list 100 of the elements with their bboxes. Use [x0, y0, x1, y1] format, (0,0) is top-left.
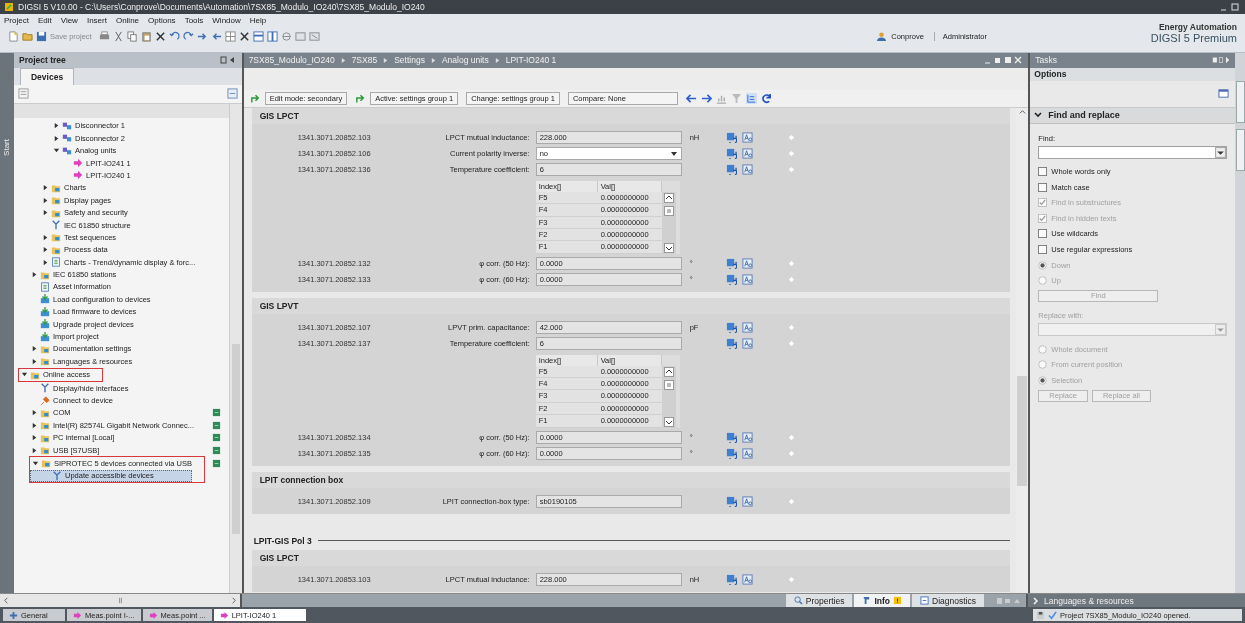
checkbox-icon[interactable]: [1038, 167, 1048, 176]
parameter-info-icon[interactable]: [741, 274, 753, 286]
scroll-thumb[interactable]: [1017, 375, 1028, 486]
parameter-info-icon[interactable]: [741, 258, 753, 270]
expand-arrow-icon[interactable]: [31, 409, 38, 417]
expand-arrow-icon[interactable]: [31, 271, 38, 279]
transfer-icon[interactable]: [725, 274, 737, 286]
menu-item[interactable]: Help: [249, 16, 267, 26]
replace-field[interactable]: [1038, 323, 1228, 337]
menu-item[interactable]: View: [60, 16, 78, 26]
expand-arrow-icon[interactable]: [53, 122, 60, 130]
overview-icon[interactable]: [226, 88, 238, 100]
breadcrumb-item[interactable]: 7SX85_Modulo_IO240: [248, 55, 335, 66]
menu-item[interactable]: Edit: [37, 16, 52, 26]
expand-arrow-icon[interactable]: [42, 196, 49, 204]
expand-arrow-icon[interactable]: [42, 246, 49, 254]
parameter-info-icon[interactable]: [741, 322, 753, 334]
arrow-right-icon[interactable]: [700, 92, 712, 104]
parameter-info-icon[interactable]: [741, 448, 753, 460]
parameter-info-icon[interactable]: [741, 574, 753, 586]
breadcrumb-item[interactable]: 7SX85: [351, 55, 378, 66]
scroll-right-icon[interactable]: [229, 596, 238, 606]
transfer-icon[interactable]: [725, 496, 737, 508]
menu-item[interactable]: Insert: [86, 16, 107, 26]
start-tab[interactable]: Start: [2, 132, 12, 162]
parameter-info-icon[interactable]: [741, 496, 753, 508]
folder-icon[interactable]: [22, 31, 33, 43]
save-icon[interactable]: [1036, 610, 1045, 620]
bent-arrow-icon[interactable]: [355, 93, 367, 104]
transfer-icon[interactable]: [725, 132, 737, 144]
transfer-icon[interactable]: [725, 432, 737, 444]
breadcrumb-item[interactable]: Settings: [394, 55, 425, 66]
expand-arrow-icon[interactable]: [31, 434, 38, 442]
parameter-info-icon[interactable]: [741, 164, 753, 176]
expand-arrow-icon[interactable]: [31, 421, 38, 429]
redo-icon[interactable]: [182, 31, 194, 43]
languages-panel-header[interactable]: Languages & resources: [1028, 593, 1245, 608]
parameter-info-icon[interactable]: [741, 148, 753, 160]
breadcrumb-item[interactable]: LPIT-IO240 1: [505, 55, 557, 66]
breadcrumb-item[interactable]: Analog units: [441, 55, 489, 66]
find-field[interactable]: [1038, 145, 1228, 159]
parameter-info-icon[interactable]: [741, 432, 753, 444]
expand-arrow-icon[interactable]: [31, 357, 38, 365]
refresh-icon[interactable]: [760, 92, 772, 104]
panel-controls-icon[interactable]: [1212, 56, 1231, 65]
expand-arrow-icon[interactable]: [32, 459, 39, 467]
bent-arrow-icon[interactable]: [249, 93, 261, 104]
vertical-tab[interactable]: [1235, 128, 1245, 171]
expand-arrow-icon[interactable]: [31, 345, 38, 353]
menu-item[interactable]: Online: [115, 16, 140, 26]
scroll-down-icon[interactable]: [663, 242, 674, 253]
parameter-info-icon[interactable]: [741, 338, 753, 350]
window-icon[interactable]: [1218, 88, 1230, 100]
scroll-left-icon[interactable]: [2, 596, 11, 606]
parameter-info-icon[interactable]: [741, 132, 753, 144]
undo-icon[interactable]: [168, 31, 180, 43]
vertical-tab[interactable]: [1235, 80, 1245, 123]
dropdown-arrow-icon[interactable]: [669, 149, 678, 158]
menu-item[interactable]: Tools: [184, 16, 204, 26]
list-view-icon[interactable]: [745, 92, 757, 104]
scroll-thumb-icon[interactable]: [663, 205, 674, 216]
cross-icon[interactable]: [238, 31, 250, 43]
inspector-tab[interactable]: Properties: [785, 593, 853, 608]
transfer-icon[interactable]: [725, 338, 737, 350]
window-controls-icon[interactable]: [1219, 1, 1241, 12]
scroll-thumb-icon[interactable]: [663, 379, 674, 390]
new-document-icon[interactable]: [8, 31, 19, 43]
checkbox-icon[interactable]: [1038, 182, 1048, 192]
menu-item[interactable]: Window: [212, 16, 241, 26]
inspector-tab[interactable]: Info: [854, 593, 911, 608]
expand-arrow-icon[interactable]: [42, 209, 49, 217]
transfer-icon[interactable]: [725, 164, 737, 176]
transfer-icon[interactable]: [725, 148, 737, 160]
delete-icon[interactable]: [154, 31, 166, 43]
collapse-panel-icon[interactable]: [218, 56, 237, 65]
menu-item[interactable]: Options: [148, 16, 176, 26]
scroll-up-icon[interactable]: [663, 366, 674, 377]
transfer-icon[interactable]: [725, 322, 737, 334]
expand-arrow-icon[interactable]: [53, 134, 60, 142]
transfer-icon[interactable]: [725, 258, 737, 270]
expand-arrow-icon[interactable]: [42, 258, 49, 266]
copy-icon[interactable]: [126, 31, 138, 43]
scrollbar[interactable]: [0, 593, 242, 608]
expand-arrow-icon[interactable]: [53, 147, 60, 155]
transfer-icon[interactable]: [725, 574, 737, 586]
expand-arrow-icon[interactable]: [31, 446, 38, 454]
expand-arrow-icon[interactable]: [21, 371, 28, 379]
scroll-up-icon[interactable]: [663, 192, 674, 203]
window-controls-icon[interactable]: [983, 55, 1024, 66]
network-icon[interactable]: [280, 31, 292, 43]
expand-arrow-icon[interactable]: [42, 184, 49, 192]
inspector-tab[interactable]: Diagnostics: [912, 593, 984, 608]
split-window-icon[interactable]: [252, 31, 264, 43]
scroll-thumb[interactable]: [231, 343, 240, 534]
scroll-down-icon[interactable]: [663, 416, 674, 427]
scissors-icon[interactable]: [112, 31, 124, 43]
columns-icon[interactable]: [266, 31, 278, 43]
transfer-icon[interactable]: [725, 448, 737, 460]
expand-arrow-icon[interactable]: [42, 233, 49, 241]
checkbox-icon[interactable]: [1038, 245, 1048, 254]
